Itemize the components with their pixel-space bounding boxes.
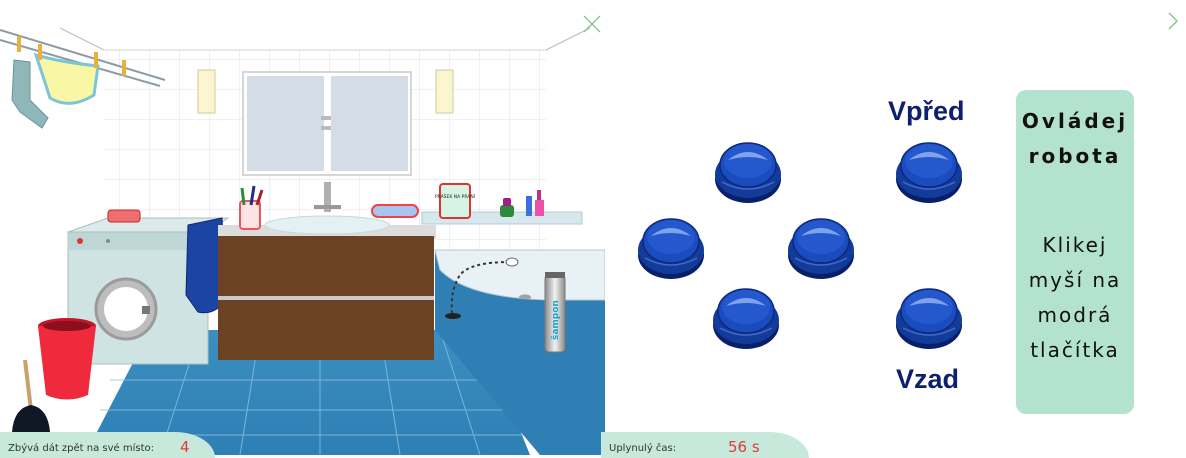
remaining-label: Zbývá dát zpět na své místo:: [8, 443, 155, 454]
robot-button-left[interactable]: [635, 210, 707, 282]
elapsed-label: Uplynulý čas:: [609, 443, 677, 454]
backward-label: Vzad: [896, 364, 960, 394]
remaining-count: 4: [180, 438, 190, 456]
washing-powder-box[interactable]: PRÁŠEK NA PRANÍ: [435, 183, 476, 219]
chevron-right-icon[interactable]: [1166, 10, 1180, 32]
close-x-icon[interactable]: [582, 14, 602, 34]
bathroom-scene: šampon PRÁŠEK NA PRANÍ: [0, 0, 605, 455]
hairbrush[interactable]: [371, 204, 419, 218]
elapsed-time-bar: Uplynulý čas: 56 s: [601, 432, 809, 458]
panel-instructions: Klikej myší na modrá tlačítka: [1028, 233, 1122, 362]
wall-lamp-right: [435, 69, 454, 114]
bucket[interactable]: [38, 318, 96, 400]
backward-button[interactable]: [893, 280, 965, 352]
wall-lamp-left: [197, 69, 216, 114]
panel-title: Ovládej robota: [1021, 109, 1129, 168]
elapsed-time: 56 s: [728, 438, 760, 456]
soap-bar[interactable]: [107, 209, 141, 223]
window: [242, 71, 412, 176]
powder-box-label: PRÁŠEK NA PRANÍ: [435, 193, 476, 200]
shampoo-label: šampon: [550, 300, 561, 340]
forward-label: Vpřed: [888, 96, 965, 126]
shampoo-bottle[interactable]: šampon: [544, 272, 566, 353]
robot-button-up[interactable]: [712, 134, 784, 206]
robot-button-right[interactable]: [785, 210, 857, 282]
underwear-item[interactable]: [33, 52, 100, 105]
forward-button[interactable]: [893, 134, 965, 206]
remaining-items-bar: Zbývá dát zpět na své místo: 4: [0, 432, 215, 458]
instructions-panel: Ovládej robota Klikej myší na modrá tlač…: [1016, 90, 1134, 414]
robot-button-down[interactable]: [710, 280, 782, 352]
